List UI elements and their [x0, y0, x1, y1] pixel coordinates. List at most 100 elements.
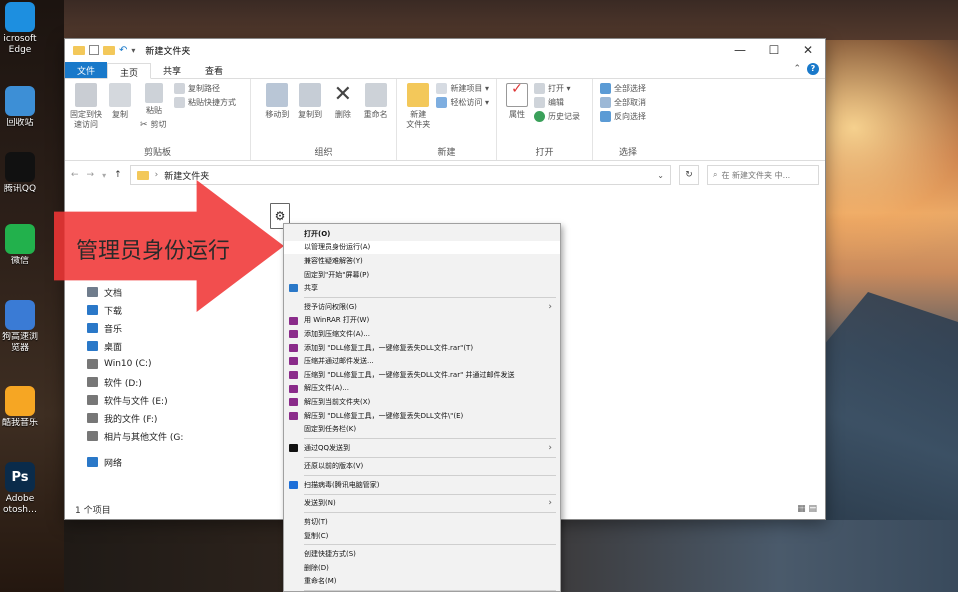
context-menu-item[interactable]: 复制(C) [284, 529, 560, 543]
properties-button[interactable]: ✓ 属性 [503, 82, 531, 146]
select-all-button[interactable]: 全部选择 [600, 83, 646, 94]
view-toggle-icon[interactable]: ▦ ▤ [797, 504, 817, 514]
nav-item[interactable]: 网络 [65, 453, 265, 471]
context-menu-item[interactable]: 打开(O) [284, 227, 560, 241]
collapse-ribbon-icon[interactable]: ⌃ [793, 64, 801, 74]
context-menu-item[interactable]: 共享 [284, 281, 560, 295]
new-folder-button[interactable]: 新建 文件夹 [403, 83, 433, 146]
tab-share[interactable]: 共享 [151, 62, 193, 78]
copy-path-button[interactable]: 复制路径 [174, 83, 236, 94]
desktop-shortcut[interactable]: icrosoft Edge [0, 2, 40, 56]
nav-item[interactable]: 文档 [65, 283, 265, 301]
menu-separator [304, 456, 556, 458]
nav-item[interactable]: 我的文件 (F:) [65, 409, 265, 427]
address-dropdown-icon[interactable]: ⌄ [657, 171, 664, 180]
menu-item-icon [289, 384, 298, 393]
maximize-button[interactable]: ☐ [757, 43, 791, 57]
context-menu-item[interactable]: 授予访问权限(G) › [284, 300, 560, 314]
open-button[interactable]: 打开 ▾ [534, 83, 580, 94]
desktop-shortcut[interactable]: 狗高速浏 览器 [0, 300, 40, 354]
context-menu-item[interactable]: 兼容性疑难解答(Y) [284, 254, 560, 268]
copy-to-button[interactable]: 复制到 [294, 83, 327, 146]
refresh-button[interactable]: ↻ [679, 165, 699, 185]
desktop-shortcut[interactable]: 微信 [0, 224, 40, 267]
paste-button[interactable]: 粘贴 [140, 83, 168, 116]
context-menu-item[interactable]: 解压到当前文件夹(X) [284, 395, 560, 409]
new-item-button[interactable]: 新建项目 ▾ [436, 83, 489, 94]
breadcrumb-current[interactable]: 新建文件夹 [164, 169, 209, 182]
context-menu-item[interactable]: 发送到(N) › [284, 497, 560, 511]
properties-icon[interactable] [89, 45, 99, 55]
nav-item[interactable]: 相片与其他文件 (G: [65, 427, 265, 445]
invert-selection-button[interactable]: 反向选择 [600, 111, 646, 122]
close-button[interactable]: ✕ [791, 43, 825, 57]
menu-item-label: 剪切(T) [304, 518, 328, 527]
desktop-shortcut[interactable]: 腾讯QQ [0, 152, 40, 195]
context-menu-item[interactable]: 压缩到 "DLL修复工具，一键修复丢失DLL文件.rar" 并通过邮件发送 [284, 368, 560, 382]
copy-button[interactable]: 复制 [103, 83, 137, 146]
address-box[interactable]: › 新建文件夹 ⌄ [129, 165, 671, 185]
tab-view[interactable]: 查看 [193, 62, 235, 78]
context-menu-item[interactable]: 创建快捷方式(S) [284, 547, 560, 561]
recent-locations-icon[interactable]: ▾ [102, 171, 106, 180]
search-placeholder: 在 新建文件夹 中... [721, 170, 791, 180]
context-menu-item[interactable]: 解压到 "DLL修复工具，一键修复丢失DLL文件\"(E) [284, 409, 560, 423]
tab-home[interactable]: 主页 [107, 63, 152, 79]
forward-icon[interactable]: → [87, 170, 95, 180]
title-bar: ↶ ▾ 新建文件夹 — ☐ ✕ [65, 39, 825, 61]
context-menu-item[interactable]: 还原以前的版本(V) [284, 460, 560, 474]
new-folder-big-icon [407, 83, 430, 107]
context-menu-item[interactable]: 解压文件(A)... [284, 382, 560, 396]
cut-button[interactable]: ✂ 剪切 [140, 119, 167, 130]
context-menu-item[interactable]: 固定到"开始"屏幕(P) [284, 268, 560, 282]
menu-item-icon [289, 343, 298, 352]
nav-item[interactable]: 音乐 [65, 319, 265, 337]
new-folder-icon[interactable] [103, 45, 115, 55]
item-count: 1 个项目 [75, 505, 111, 516]
minimize-button[interactable]: — [723, 43, 757, 57]
address-bar-row: ← → ▾ ↑ › 新建文件夹 ⌄ ↻ ⌕ 在 新建文件夹 中... [65, 161, 825, 189]
easy-access-button[interactable]: 轻松访问 ▾ [436, 97, 489, 108]
context-menu-item[interactable]: 通过QQ发送到 › [284, 441, 560, 455]
desktop-shortcut-label: 腾讯QQ [3, 184, 37, 194]
rename-button[interactable]: 重命名 [359, 83, 392, 146]
back-icon[interactable]: ← [71, 170, 79, 180]
desktop-shortcut[interactable]: 酷我音乐 [0, 386, 40, 429]
context-menu-item[interactable]: 用 WinRAR 打开(W) [284, 314, 560, 328]
desktop-shortcut[interactable]: Ps Adobe otosh… [0, 462, 40, 516]
desktop-shortcut[interactable]: 回收站 [0, 86, 40, 129]
context-menu-item[interactable]: 扫描病毒(腾讯电脑管家) [284, 478, 560, 492]
nav-item[interactable]: Win10 (C:) [65, 355, 265, 373]
context-menu-item[interactable]: 以管理员身份运行(A) [284, 240, 560, 255]
context-menu-item[interactable]: 添加到压缩文件(A)... [284, 327, 560, 341]
nav-item[interactable]: 下载 [65, 301, 265, 319]
nav-item-label: Win10 (C:) [104, 359, 152, 369]
context-menu-item[interactable]: 压缩并通过邮件发送... [284, 354, 560, 368]
select-none-button[interactable]: 全部取消 [600, 97, 646, 108]
context-menu-item[interactable]: 删除(D) [284, 561, 560, 575]
context-menu-item[interactable]: 剪切(T) [284, 515, 560, 529]
pin-quick-access-button[interactable]: 固定到快速访问 [69, 83, 103, 146]
menu-item-label: 扫描病毒(腾讯电脑管家) [304, 480, 380, 489]
up-icon[interactable]: ↑ [114, 170, 122, 180]
menu-separator [304, 437, 556, 439]
paste-shortcut-button[interactable]: 粘贴快捷方式 [174, 97, 236, 108]
nav-item[interactable]: 软件与文件 (E:) [65, 391, 265, 409]
search-box[interactable]: ⌕ 在 新建文件夹 中... [707, 165, 819, 185]
easy-access-icon [436, 97, 448, 108]
address-folder-icon [136, 170, 149, 180]
move-to-button[interactable]: 移动到 [261, 83, 294, 146]
undo-icon[interactable]: ↶ [119, 45, 127, 56]
nav-item[interactable]: 软件 (D:) [65, 373, 265, 391]
history-button[interactable]: 历史记录 [534, 111, 580, 122]
customize-toolbar-icon[interactable]: ▾ [131, 46, 135, 55]
help-icon[interactable]: ? [807, 63, 819, 75]
tab-file[interactable]: 文件 [65, 62, 108, 78]
invert-selection-icon [600, 111, 611, 122]
edit-button[interactable]: 编辑 [534, 97, 580, 108]
context-menu-item[interactable]: 添加到 "DLL修复工具，一键修复丢失DLL文件.rar"(T) [284, 341, 560, 355]
nav-item[interactable]: 桌面 [65, 337, 265, 355]
delete-button[interactable]: ✕ 删除 [327, 83, 360, 146]
context-menu-item[interactable]: 重命名(M) [284, 575, 560, 589]
context-menu-item[interactable]: 固定到任务栏(K) [284, 422, 560, 436]
